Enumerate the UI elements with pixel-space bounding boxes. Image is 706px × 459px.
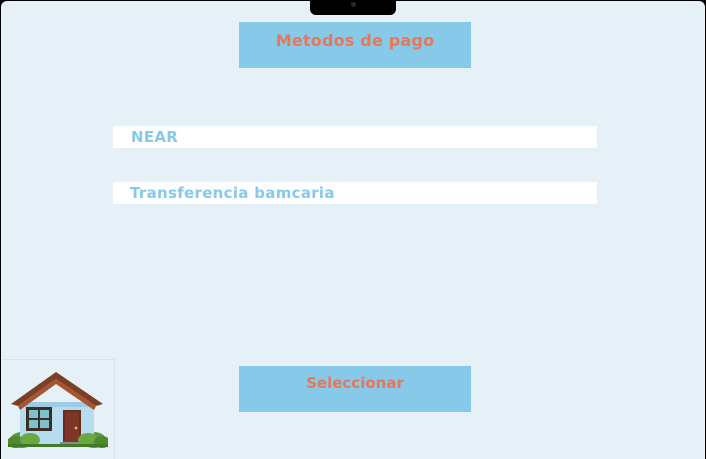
payment-option-near[interactable]: NEAR bbox=[113, 126, 597, 148]
page-title: Metodos de pago bbox=[275, 31, 435, 50]
select-button[interactable]: Seleccionar bbox=[239, 366, 471, 412]
device-frame: Metodos de pago NEAR Transferencia bamca… bbox=[0, 0, 706, 459]
payment-option-bank-transfer[interactable]: Transferencia bamcaria bbox=[113, 182, 597, 204]
payment-option-label: NEAR bbox=[131, 128, 179, 146]
payment-option-label: Transferencia bamcaria bbox=[130, 184, 335, 202]
camera-icon bbox=[351, 2, 356, 7]
page-title-box: Metodos de pago bbox=[239, 22, 471, 68]
home-button[interactable] bbox=[2, 359, 115, 459]
select-button-label: Seleccionar bbox=[306, 374, 404, 392]
app-screen: Metodos de pago NEAR Transferencia bamca… bbox=[1, 1, 705, 459]
house-icon bbox=[8, 372, 108, 448]
